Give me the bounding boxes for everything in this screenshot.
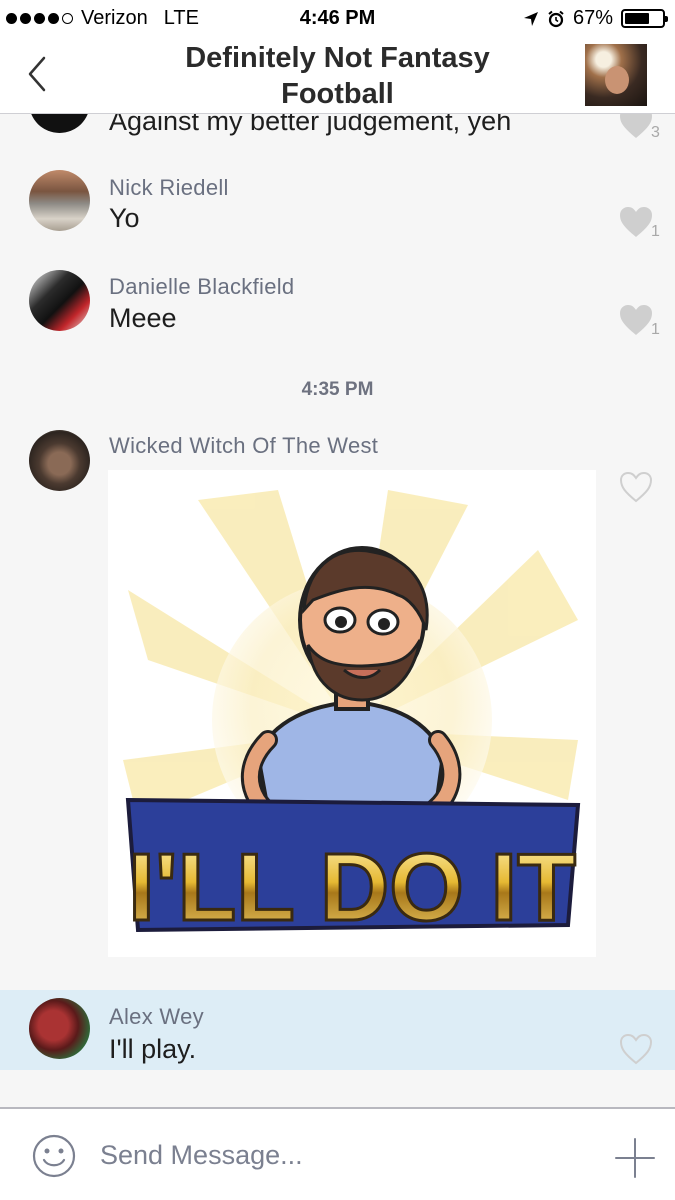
alarm-clock-icon [548,10,564,27]
sender-name: Nick Riedell [109,175,229,200]
group-avatar[interactable] [585,44,647,106]
avatar[interactable] [29,270,90,331]
like-count: 1 [651,223,660,240]
avatar[interactable] [29,170,90,231]
location-arrow-icon [523,11,538,26]
heart-filled-icon[interactable] [618,303,654,337]
battery-fill [625,13,650,24]
heart-filled-icon[interactable] [618,114,654,140]
navigation-bar: Definitely Not Fantasy Football [0,36,675,114]
chevron-left-icon [28,56,46,92]
bitmoji-illustration: I'LL DO IT [108,470,596,957]
avatar[interactable] [29,998,90,1059]
status-bar: Verizon LTE 4:46 PM 67% [0,0,675,36]
add-attachment-button[interactable] [614,1137,656,1179]
message-item: Danielle Blackfield Meee 1 [0,270,675,360]
plus-icon [615,1138,655,1178]
status-right: 67% [523,7,668,30]
heart-filled-icon[interactable] [618,205,654,239]
sender-name: Alex Wey [109,1004,204,1029]
message-text: I'll play. [109,1034,197,1064]
avatar[interactable] [29,114,90,133]
chat-title: Definitely Not Fantasy Football [185,42,490,110]
message-item: Against my better judgement, yeh 3 [0,114,675,154]
smiley-icon [32,1134,76,1178]
like-count: 1 [651,321,660,338]
emoji-button[interactable] [31,1133,77,1179]
message-text: Meee [109,303,177,333]
avatar[interactable] [29,430,90,491]
message-text: Against my better judgement, yeh [109,114,512,136]
battery-percent: 67% [572,7,613,29]
sender-name: Danielle Blackfield [109,274,295,299]
back-button[interactable] [22,54,52,94]
sender-name: Wicked Witch Of The West [109,433,379,458]
message-item: Nick Riedell Yo 1 [0,170,675,260]
heart-outline-icon[interactable] [618,470,654,504]
message-input[interactable] [100,1135,520,1175]
bitmoji-caption: I'LL DO IT [128,834,576,941]
message-text: Yo [109,203,140,233]
message-list[interactable]: Against my better judgement, yeh 3 Nick … [0,114,675,1107]
heart-outline-icon[interactable] [618,1032,654,1066]
like-count: 3 [651,124,660,141]
battery-icon [621,9,668,28]
timestamp-divider: 4:35 PM [301,379,374,400]
message-item: Alex Wey I'll play. [0,998,675,1068]
message-composer [0,1107,675,1200]
bitmoji-image[interactable]: I'LL DO IT [108,470,596,957]
